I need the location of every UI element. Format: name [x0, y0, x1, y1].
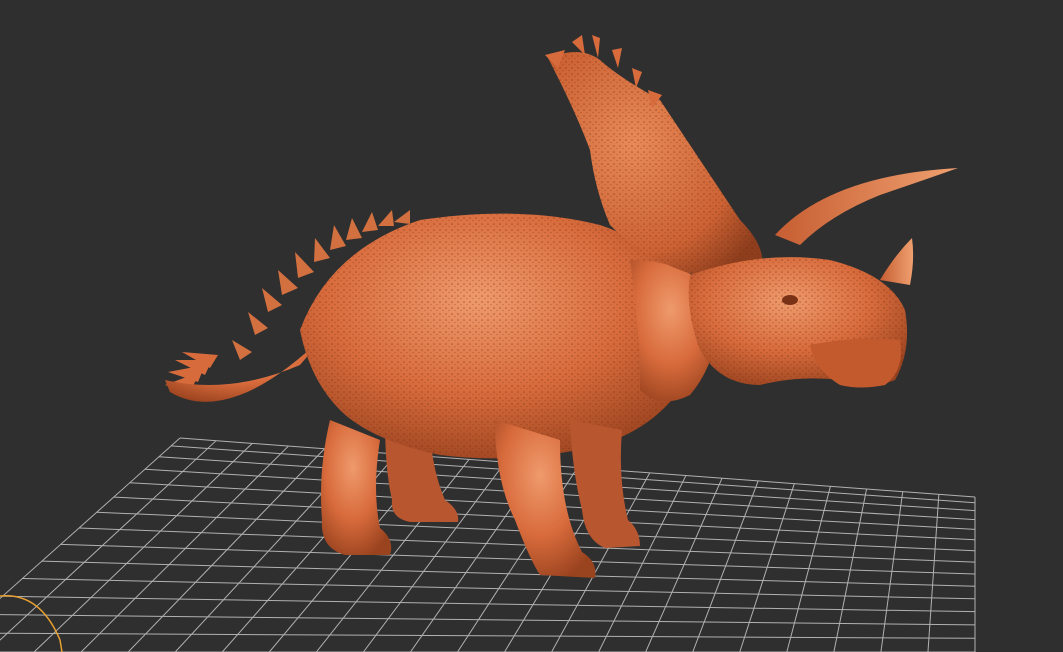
orbit-gizmo-icon[interactable]: [0, 594, 63, 652]
brow-horn: [775, 168, 958, 245]
triceratops-dinosaur-model[interactable]: [165, 35, 958, 578]
eye: [782, 295, 798, 305]
nose-horn: [880, 238, 914, 285]
3d-viewport[interactable]: [0, 0, 1063, 652]
ground-grid: [0, 437, 976, 652]
jaw: [810, 338, 901, 388]
front-right-leg: [570, 420, 640, 548]
viewport-canvas[interactable]: [0, 0, 1063, 652]
rear-left-leg: [321, 420, 392, 555]
